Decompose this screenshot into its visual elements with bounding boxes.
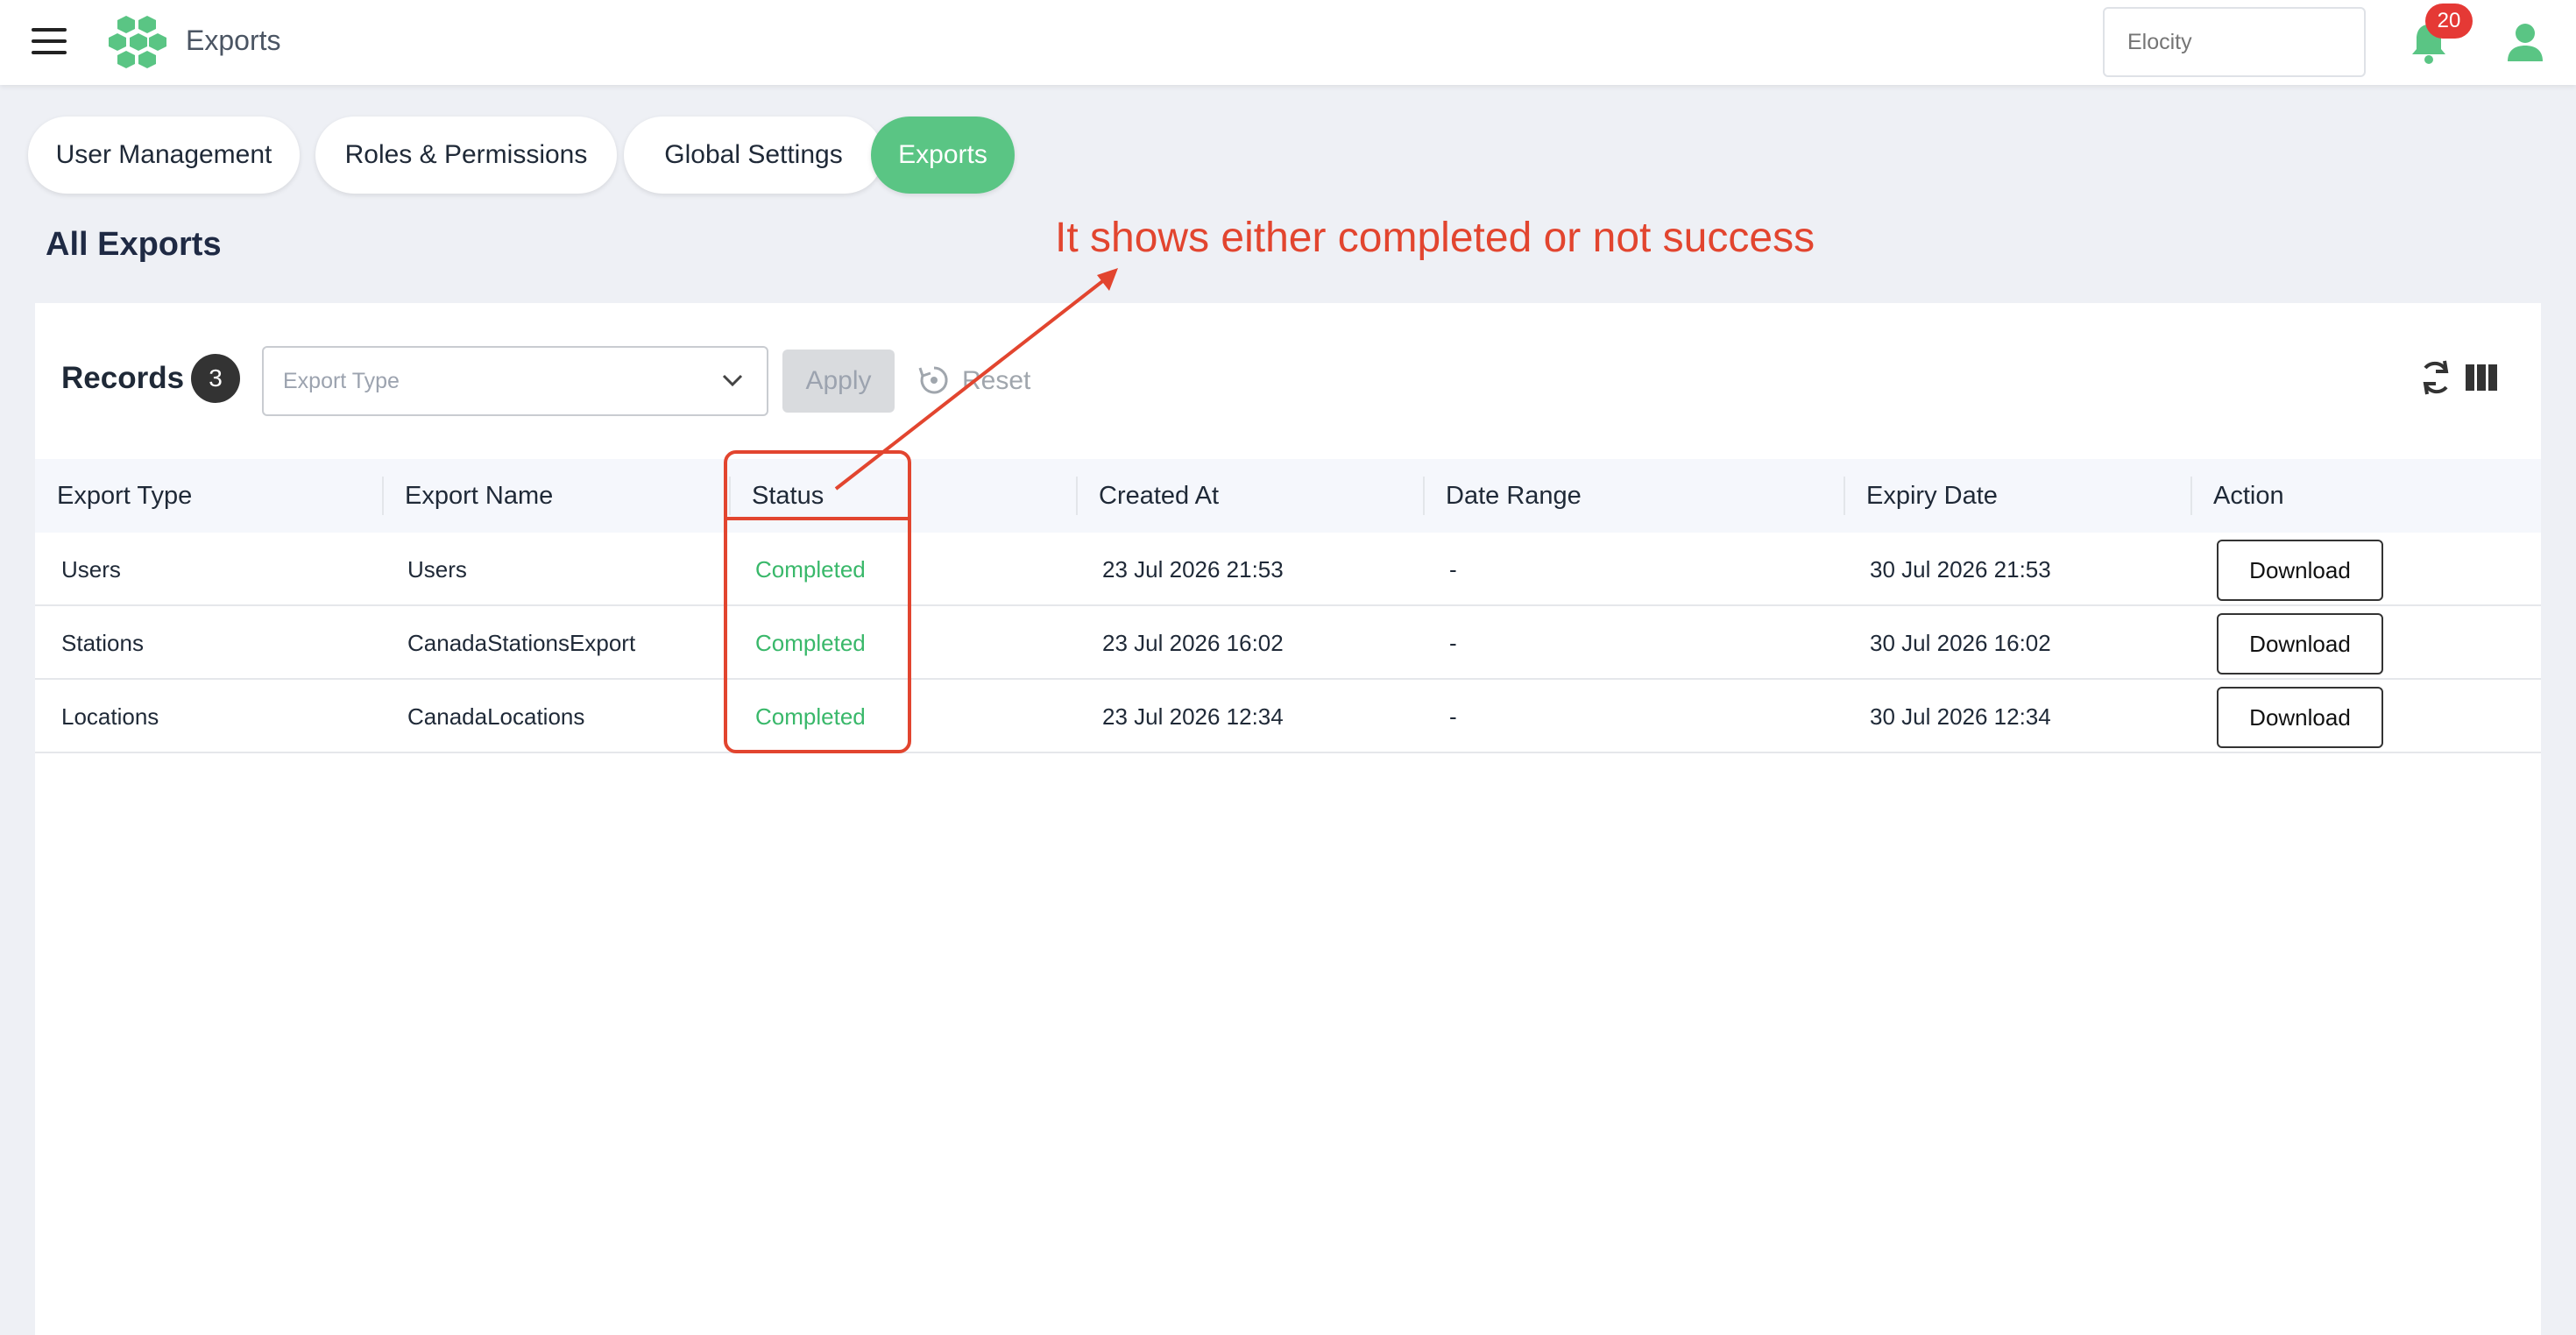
cell-created-at: 23 Jul 2026 21:53	[1102, 556, 1284, 583]
cell-expiry-date: 30 Jul 2026 16:02	[1870, 630, 2051, 656]
column-divider	[382, 477, 384, 515]
filter-placeholder: Export Type	[283, 369, 400, 393]
refresh-icon[interactable]	[2418, 357, 2453, 398]
records-label: Records	[61, 361, 185, 395]
tab-global-settings[interactable]: Global Settings	[624, 117, 883, 194]
top-bar: Exports 20	[0, 0, 2576, 85]
cell-date-range: -	[1449, 630, 1457, 656]
column-header-action: Action	[2213, 482, 2284, 510]
column-header-export-type[interactable]: Export Type	[57, 459, 192, 533]
column-divider	[1844, 477, 1845, 515]
tab-roles-permissions[interactable]: Roles & Permissions	[315, 117, 617, 194]
page-title: All Exports	[46, 226, 222, 263]
cell-created-at: 23 Jul 2026 12:34	[1102, 703, 1284, 730]
status-highlight-divider	[724, 517, 911, 520]
cell-export-type: Users	[61, 556, 121, 583]
cell-date-range: -	[1449, 703, 1457, 730]
table-row: Users Users Completed 23 Jul 2026 21:53 …	[35, 533, 2541, 606]
column-header-export-name[interactable]: Export Name	[405, 459, 553, 533]
cell-export-type: Locations	[61, 703, 159, 730]
download-button[interactable]: Download	[2217, 613, 2383, 675]
column-divider	[1423, 477, 1425, 515]
cell-export-name: CanadaLocations	[407, 703, 585, 730]
column-header-expiry-date[interactable]: Expiry Date	[1866, 459, 1998, 533]
notification-badge: 20	[2425, 4, 2473, 39]
app-title: Exports	[186, 25, 281, 56]
cell-export-type: Stations	[61, 630, 144, 656]
chevron-down-icon	[722, 374, 743, 387]
exports-card: Records 3 Export Type Apply Reset Export…	[35, 303, 2541, 1335]
export-type-filter[interactable]: Export Type	[262, 346, 768, 416]
cell-date-range: -	[1449, 556, 1457, 583]
download-button[interactable]: Download	[2217, 687, 2383, 748]
hexagon-logo-icon	[109, 16, 166, 68]
download-button[interactable]: Download	[2217, 540, 2383, 601]
cell-expiry-date: 30 Jul 2026 21:53	[1870, 556, 2051, 583]
table-row: Stations CanadaStationsExport Completed …	[35, 606, 2541, 680]
tab-exports[interactable]: Exports	[871, 117, 1015, 194]
column-header-date-range[interactable]: Date Range	[1446, 459, 1582, 533]
cell-created-at: 23 Jul 2026 16:02	[1102, 630, 1284, 656]
columns-icon[interactable]	[2466, 364, 2497, 391]
user-icon[interactable]	[2506, 21, 2544, 63]
records-count-badge: 3	[191, 354, 240, 403]
tenant-selector[interactable]	[2103, 7, 2366, 77]
table-row: Locations CanadaLocations Completed 23 J…	[35, 680, 2541, 753]
annotation-arrow	[834, 268, 1118, 491]
cell-export-name: Users	[407, 556, 467, 583]
annotation-note: It shows either completed or not success	[1055, 215, 1815, 261]
hamburger-icon[interactable]	[32, 28, 67, 54]
table-header: Export Type Export Name Status Created A…	[35, 459, 2541, 533]
cell-export-name: CanadaStationsExport	[407, 630, 636, 656]
cell-expiry-date: 30 Jul 2026 12:34	[1870, 703, 2051, 730]
column-divider	[2190, 477, 2192, 515]
tab-user-management[interactable]: User Management	[28, 117, 300, 194]
